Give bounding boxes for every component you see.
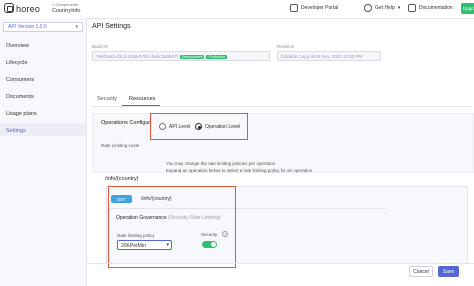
sidebar-item-documents[interactable]: Documents	[6, 94, 34, 100]
choreo-logo-icon[interactable]	[4, 3, 14, 13]
cancel-button[interactable]: Cancel	[409, 266, 433, 277]
document-icon	[408, 4, 416, 12]
revision-label: Revision	[277, 44, 295, 49]
radio-circle-unchecked	[159, 123, 166, 130]
upgrade-button[interactable]: Upgrade	[461, 3, 474, 14]
logo-text[interactable]: horeo	[16, 4, 40, 14]
chevron-down-icon: ▾	[75, 24, 78, 30]
sidebar: API Version 1.0.0 ▾ Overview Lifecycle C…	[0, 18, 87, 286]
breadcrumb-current[interactable]: CountryInfo	[52, 8, 80, 14]
build-id-value: 78ef3a62-d3cd-41d8-b75f-15ebc3a0b07f	[96, 54, 178, 59]
documentation-link[interactable]: Documentation	[408, 4, 453, 12]
sidebar-item-consumers[interactable]: Consumers	[6, 77, 34, 83]
sidebar-item-overview[interactable]: Overview	[6, 43, 29, 49]
rate-limiting-hint-1: You may change the rate limiting policie…	[166, 161, 276, 166]
sidebar-item-settings[interactable]: Settings	[6, 128, 26, 134]
rate-limiting-level-label: Rate Limiting Level	[101, 143, 140, 148]
documentation-label: Documentation	[419, 5, 453, 11]
tab-security[interactable]: Security	[97, 96, 117, 102]
api-version-value: API Version 1.0.0	[8, 24, 47, 30]
operation-level-label: Operation Level	[205, 123, 241, 130]
get-help-label: Get Help	[375, 5, 395, 11]
resource-path-heading: /info/{country}	[105, 176, 139, 182]
page-title: API Settings	[92, 23, 131, 30]
radio-circle-checked	[195, 123, 202, 130]
tab-resources[interactable]: Resources	[129, 96, 155, 102]
save-button[interactable]: Save	[438, 266, 459, 277]
production-tag: Production	[206, 55, 228, 59]
operation-highlight-box	[108, 186, 236, 268]
tabs-divider	[92, 106, 472, 107]
help-icon	[364, 4, 372, 12]
developer-portal-link[interactable]: Developer Portal	[290, 4, 338, 12]
build-id-label: Build ID	[92, 44, 108, 49]
api-level-label: API Level	[169, 123, 191, 130]
rate-limiting-radio-group: API Level Operation Level	[150, 113, 248, 140]
revision-value: Editable Copy of 04 Nov, 2022 12:00 PM	[281, 54, 363, 59]
sidebar-item-usage-plans[interactable]: Usage plans	[6, 111, 37, 117]
top-bar: horeo < Components CountryInfo Developer…	[0, 0, 474, 19]
revision-select[interactable]: Editable Copy of 04 Nov, 2022 12:00 PM	[277, 51, 381, 61]
build-id-field: 78ef3a62-d3cd-41d8-b75f-15ebc3a0b07f Deve…	[92, 51, 270, 61]
get-help-link[interactable]: Get Help ▾	[364, 4, 400, 12]
api-version-select[interactable]: API Version 1.0.0 ▾	[3, 22, 83, 32]
chevron-down-icon: ▾	[397, 5, 401, 11]
radio-operation-level[interactable]: Operation Level	[195, 123, 240, 130]
portal-icon	[290, 4, 298, 12]
radio-api-level[interactable]: API Level	[159, 123, 190, 130]
development-tag: Development	[179, 55, 205, 59]
footer-divider	[87, 263, 474, 264]
breadcrumb-parent[interactable]: < Components	[52, 2, 78, 7]
developer-portal-label: Developer Portal	[301, 5, 339, 11]
rate-limiting-hint-2: Expand an operation below to select a ra…	[166, 168, 313, 173]
sidebar-item-lifecycle[interactable]: Lifecycle	[6, 60, 27, 66]
